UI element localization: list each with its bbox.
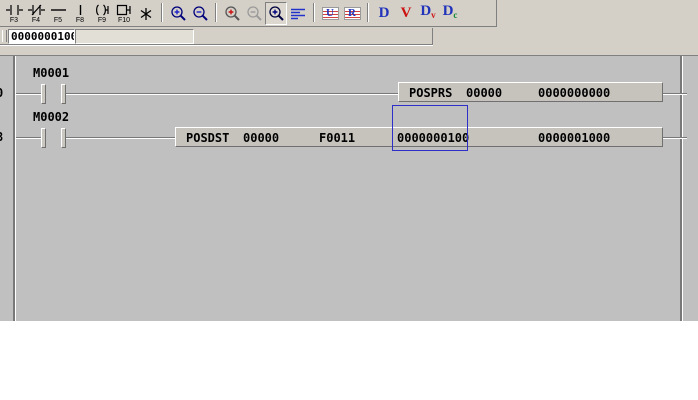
- key-label: F8: [76, 17, 84, 24]
- contact-m0002[interactable]: [41, 128, 46, 148]
- letter-d-icon: D: [379, 6, 390, 21]
- zoom-select-button[interactable]: [265, 2, 287, 25]
- zoom-in-button[interactable]: [167, 2, 189, 25]
- letter-v-icon: V: [401, 6, 412, 21]
- text-lines-icon: [290, 7, 306, 21]
- contact-nc-icon: [28, 4, 45, 16]
- toolbar-grip[interactable]: [2, 30, 7, 42]
- ladder-view[interactable]: 0 M0001 POSPRS 00000 0000000000 8 M0002 …: [0, 55, 698, 321]
- key-label: F4: [32, 17, 40, 24]
- contact-m0001[interactable]: [41, 84, 46, 104]
- secondary-field[interactable]: [75, 29, 194, 44]
- function-block-button[interactable]: F10: [113, 2, 135, 25]
- key-label: F5: [54, 17, 62, 24]
- wire-segment: [663, 137, 687, 139]
- data-dc-button[interactable]: Dc: [439, 2, 461, 25]
- vertical-line-icon: [72, 4, 89, 16]
- zoom-out-icon: [192, 5, 209, 22]
- toolbar-separator: [313, 3, 315, 22]
- toolbar-separator: [367, 3, 369, 22]
- grid-u-icon: U: [322, 7, 339, 20]
- block-operand: 00000: [466, 86, 502, 100]
- block-operand: 00000: [243, 131, 279, 145]
- zoom-in-alt-button[interactable]: [221, 2, 243, 25]
- toolbar-separator: [215, 3, 217, 22]
- letter-dc-icon: Dc: [443, 4, 458, 23]
- selection-cursor: [392, 105, 468, 151]
- horizontal-line-icon: [50, 4, 67, 16]
- grid-u-button[interactable]: U: [319, 2, 341, 25]
- zoom-out-disabled-icon: [246, 5, 263, 22]
- main-toolbar: F3 F4 F5 F8 F9: [0, 0, 497, 27]
- branch-node-button[interactable]: [135, 2, 157, 25]
- horizontal-line-button[interactable]: F5: [47, 2, 69, 25]
- function-block-icon: [115, 4, 133, 16]
- key-label: F10: [118, 17, 130, 24]
- comment-lines-button[interactable]: [287, 2, 309, 25]
- left-power-rail: [13, 56, 16, 321]
- plc-ladder-editor: { "colors": { "chrome_bg": "#d4d0c8", "l…: [0, 0, 698, 400]
- coil-button[interactable]: F9: [91, 2, 113, 25]
- contact-no-button[interactable]: F3: [3, 2, 25, 25]
- zoom-out-button[interactable]: [189, 2, 211, 25]
- block-operand: F0011: [319, 131, 355, 145]
- rung-number: 0: [0, 86, 3, 100]
- zoom-in-red-icon: [224, 5, 241, 22]
- coil-icon: [93, 4, 111, 16]
- contact-no-icon: [6, 4, 23, 16]
- block-operand: 0000001000: [538, 131, 610, 145]
- wire-segment: [66, 137, 175, 139]
- asterisk-icon: [138, 7, 154, 21]
- address-toolbar: [0, 28, 433, 45]
- block-operand: 0000000000: [538, 86, 610, 100]
- address-input[interactable]: [8, 29, 75, 44]
- rung-number: 8: [0, 130, 3, 144]
- wire-segment: [66, 93, 398, 95]
- grid-r-icon: R: [344, 7, 361, 20]
- toolbar-area: F3 F4 F5 F8 F9: [0, 0, 698, 55]
- contact-label: M0001: [33, 66, 69, 80]
- zoom-out-alt-button[interactable]: [243, 2, 265, 25]
- wire-segment: [663, 93, 687, 95]
- data-dv-button[interactable]: Dv: [417, 2, 439, 25]
- key-label: F9: [98, 17, 106, 24]
- data-v-button[interactable]: V: [395, 2, 417, 25]
- wire-segment: [16, 93, 41, 95]
- contact-nc-button[interactable]: F4: [25, 2, 47, 25]
- block-instruction: POSPRS: [409, 86, 452, 100]
- grid-r-button[interactable]: R: [341, 2, 363, 25]
- data-d-button[interactable]: D: [373, 2, 395, 25]
- zoom-select-icon: [268, 5, 285, 22]
- zoom-in-icon: [170, 5, 187, 22]
- contact-label: M0002: [33, 110, 69, 124]
- wire-segment: [16, 137, 41, 139]
- letter-dv-icon: Dv: [420, 4, 435, 23]
- instruction-block-posprs[interactable]: POSPRS 00000 0000000000: [398, 82, 663, 102]
- toolbar-separator: [161, 3, 163, 22]
- key-label: F3: [10, 17, 18, 24]
- right-power-rail: [680, 56, 683, 321]
- block-instruction: POSDST: [186, 131, 229, 145]
- vertical-line-button[interactable]: F8: [69, 2, 91, 25]
